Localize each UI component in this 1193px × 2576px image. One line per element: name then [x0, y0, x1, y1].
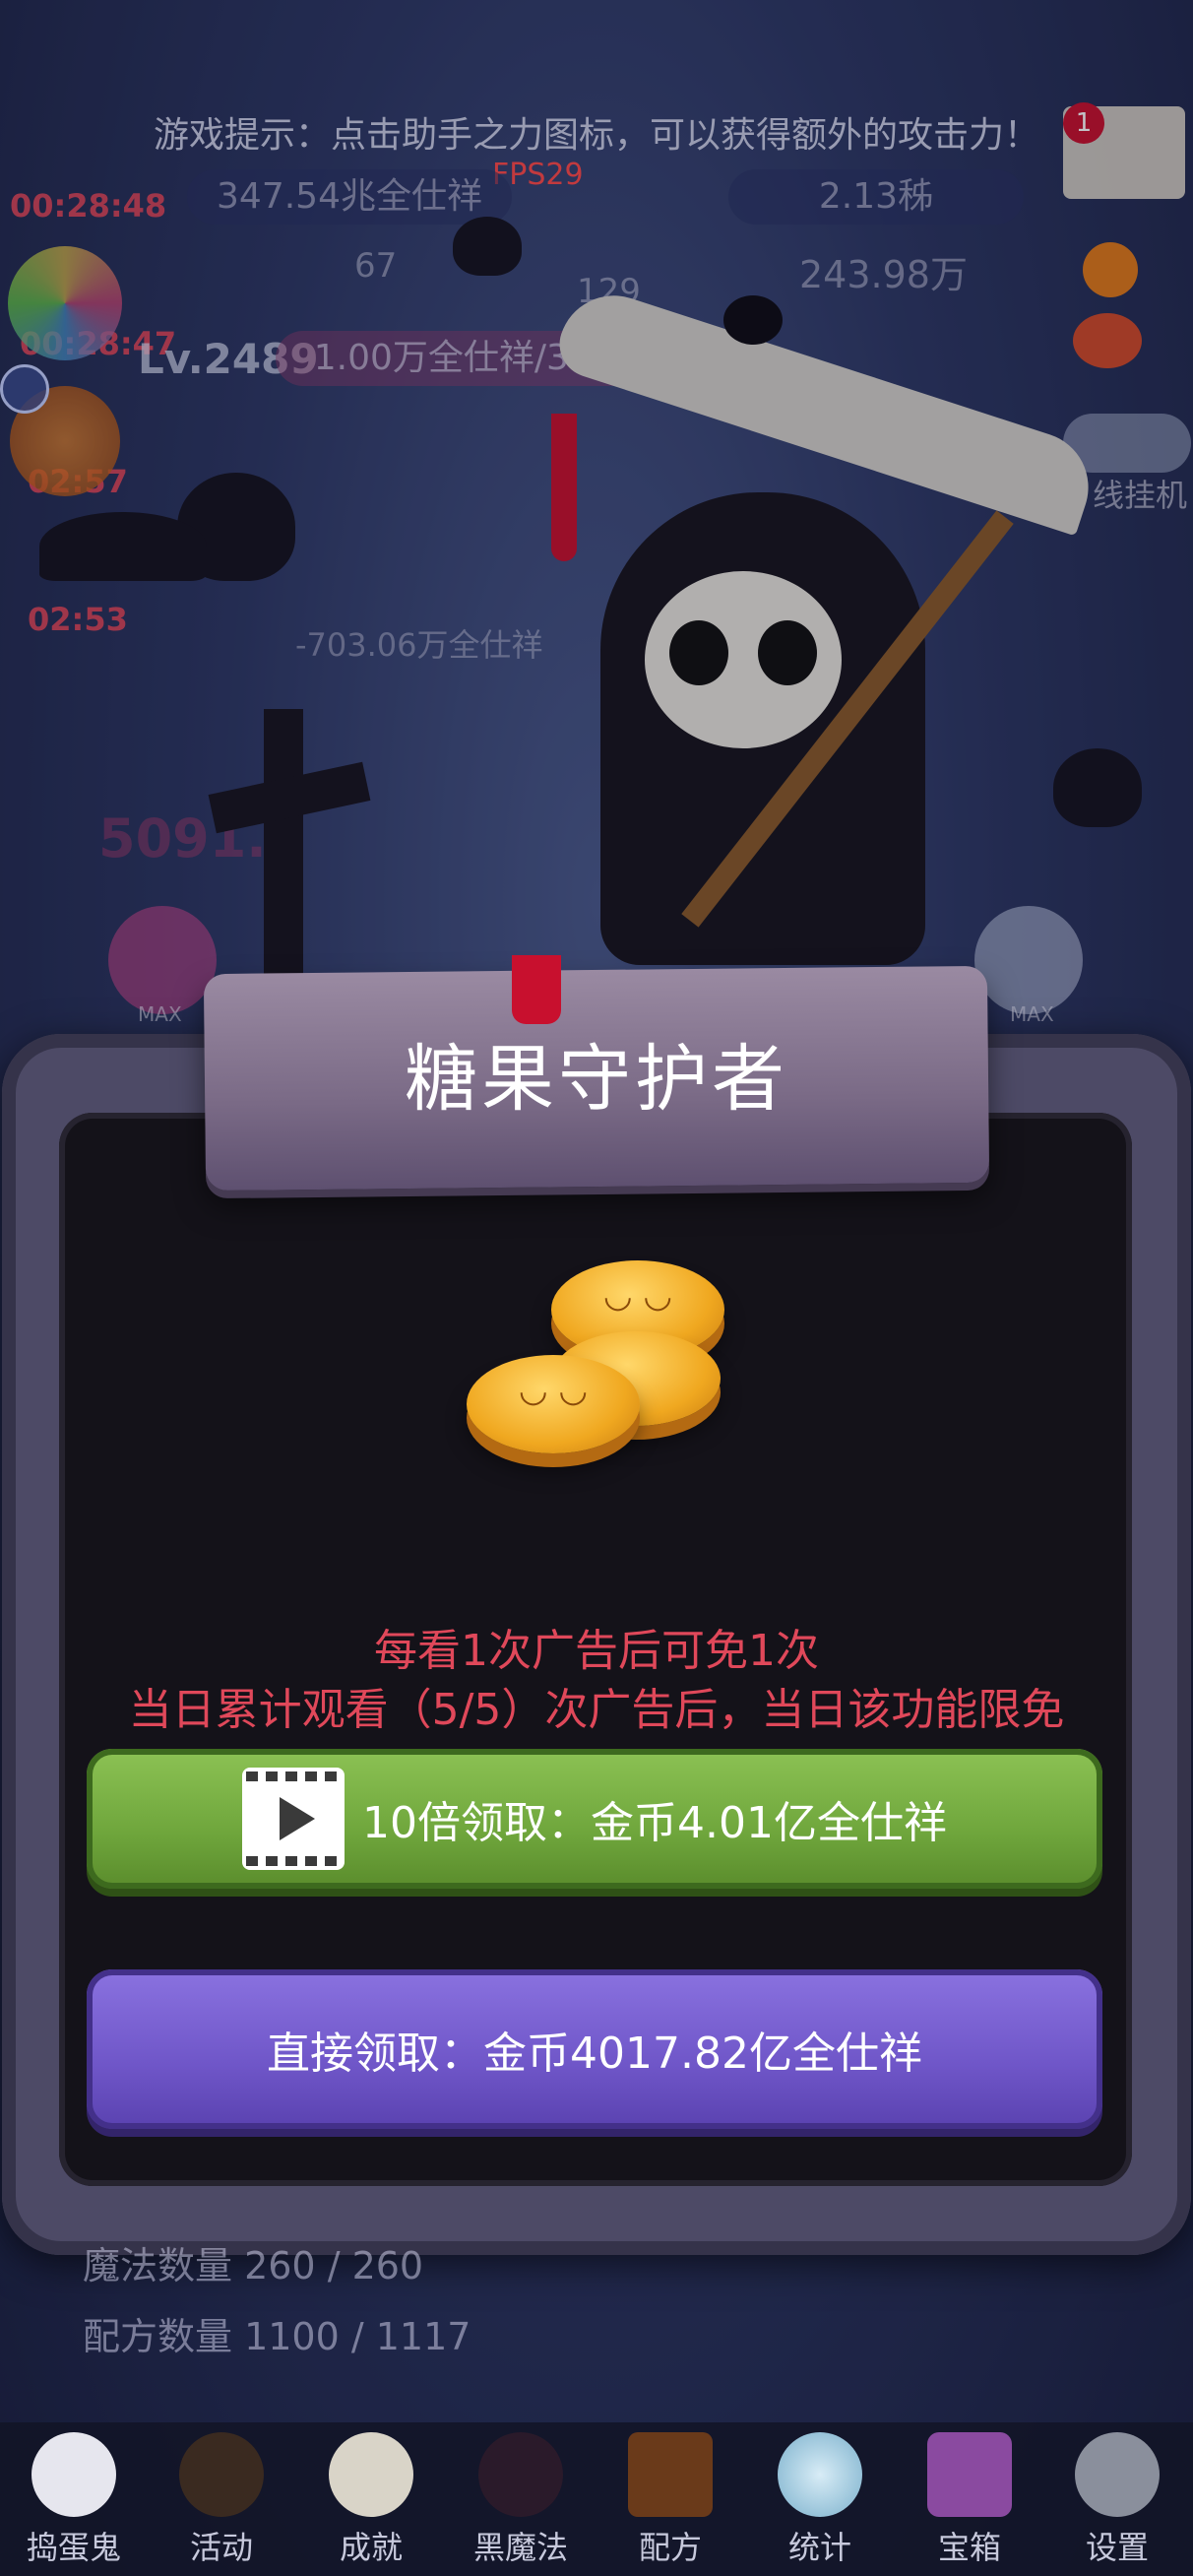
plaque-blood-drip [512, 955, 561, 1024]
video-play-icon [242, 1768, 345, 1870]
nav-label-black-magic: 黑魔法 [472, 2529, 568, 2566]
ad-notice-line1: 每看1次广告后可免1次 [374, 1626, 819, 1676]
skull-trophy-icon [329, 2432, 413, 2517]
claim-10x-label: 10倍领取：金币4.01亿全仕祥 [362, 1798, 947, 1848]
coin-face-top: ◡ ◡ [602, 1276, 673, 1316]
nav-settings[interactable]: 设置 [1053, 2432, 1181, 2568]
gear-icon [1075, 2432, 1160, 2517]
crystal-ball-icon [778, 2432, 862, 2517]
nav-black-magic[interactable]: 黑魔法 [457, 2432, 585, 2568]
coin-face-front: ◡ ◡ [518, 1371, 589, 1410]
demon-icon [478, 2432, 563, 2517]
eyeball-basket-icon [179, 2432, 264, 2517]
nav-label-statistics: 统计 [787, 2529, 851, 2566]
nav-label-treasure: 宝箱 [937, 2529, 1001, 2566]
claim-direct-label: 直接领取：金币4017.82亿全仕祥 [267, 2029, 922, 2079]
nav-tricksters[interactable]: 捣蛋鬼 [10, 2432, 138, 2568]
spellbook-icon [628, 2432, 713, 2517]
nav-label-recipes: 配方 [638, 2529, 702, 2566]
claim-direct-button[interactable]: 直接领取：金币4017.82亿全仕祥 [87, 1969, 1102, 2129]
nav-label-events: 活动 [189, 2529, 253, 2566]
ghost-icon [31, 2432, 116, 2517]
coin-front-icon: ◡ ◡ [467, 1355, 640, 1453]
nav-treasure[interactable]: 宝箱 [906, 2432, 1034, 2568]
nav-label-tricksters: 捣蛋鬼 [26, 2529, 121, 2566]
nav-label-achievements: 成就 [339, 2529, 403, 2566]
dialog-title: 糖果守护者 [405, 1037, 788, 1122]
nav-recipes[interactable]: 配方 [606, 2432, 734, 2568]
claim-10x-video-button[interactable]: 10倍领取：金币4.01亿全仕祥 [87, 1749, 1102, 1889]
nav-events[interactable]: 活动 [157, 2432, 285, 2568]
ad-notice-line2: 当日累计观看（5/5）次广告后，当日该功能限免 [128, 1685, 1065, 1735]
nav-label-settings: 设置 [1085, 2529, 1149, 2566]
gift-box-icon [927, 2432, 1012, 2517]
recipe-count: 配方数量 1100 / 1117 [83, 2315, 471, 2358]
nav-statistics[interactable]: 统计 [756, 2432, 884, 2568]
magic-count: 魔法数量 260 / 260 [83, 2244, 424, 2287]
nav-achievements[interactable]: 成就 [307, 2432, 435, 2568]
